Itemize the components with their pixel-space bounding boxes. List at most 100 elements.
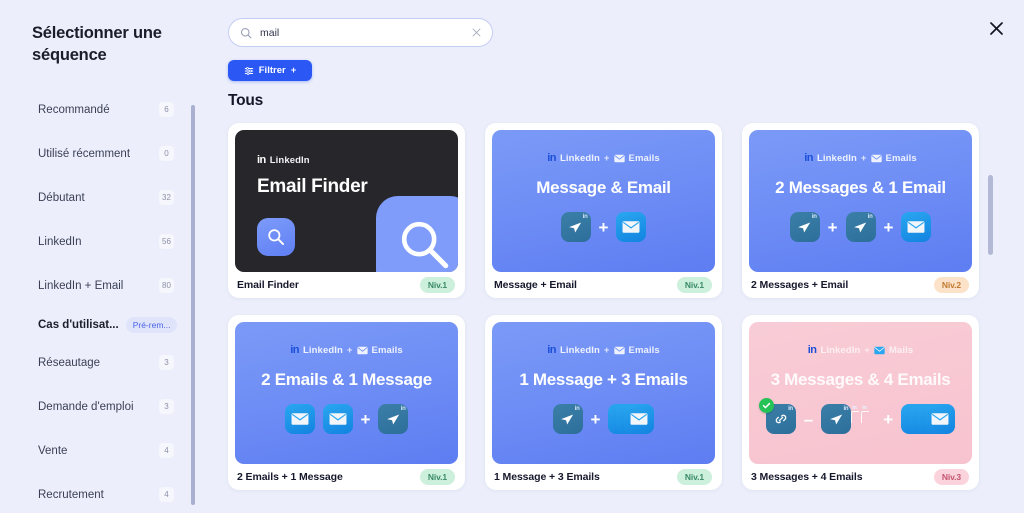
plus-separator: + xyxy=(598,217,609,237)
card-brand-text: LinkedIn xyxy=(817,152,857,164)
filter-button[interactable]: Filtrer + xyxy=(228,60,312,81)
sidebar-item-label: Réseautage xyxy=(38,356,101,369)
card-brand-line: in LinkedIn + Emails xyxy=(290,344,403,356)
sequence-card-message-email[interactable]: in LinkedIn + Emails Message & Email in … xyxy=(485,123,722,298)
card-artwork: in LinkedIn + Emails Message & Email in … xyxy=(492,130,715,272)
sequence-card-2emails-message[interactable]: in LinkedIn + Emails 2 Emails & 1 Messag… xyxy=(228,315,465,490)
linkedin-icon: in xyxy=(547,344,557,356)
sidebar-item-reseautage[interactable]: Réseautage 3 xyxy=(0,350,188,376)
send-message-icon: in xyxy=(789,212,820,242)
sidebar-item-label: LinkedIn + Email xyxy=(38,279,124,292)
card-brand-text: LinkedIn xyxy=(820,344,861,356)
sequence-card-2messages-email[interactable]: in LinkedIn + Emails 2 Messages & 1 Emai… xyxy=(742,123,979,298)
envelope-icon xyxy=(322,404,353,434)
close-button[interactable] xyxy=(984,16,1008,40)
sidebar-item-vente[interactable]: Vente 4 xyxy=(0,438,188,464)
plus-separator: + xyxy=(360,409,371,429)
level-badge: Niv.1 xyxy=(676,469,712,485)
sidebar-item-debutant[interactable]: Débutant 32 xyxy=(0,185,188,211)
card-step-icons: in + xyxy=(560,212,647,242)
sidebar-scrollbar[interactable] xyxy=(191,105,195,505)
card-brand-separator: + xyxy=(603,344,610,356)
sidebar-item-label: LinkedIn xyxy=(38,235,82,248)
sidebar-group-cas-dutilisation[interactable]: Cas d'utilisat... Pré-rem... xyxy=(0,316,188,333)
sidebar-item-count: 6 xyxy=(159,102,174,118)
sequence-card-3messages-4emails[interactable]: in LinkedIn + Mails 3 Messages & 4 Email… xyxy=(742,315,979,490)
card-title: 1 Message + 3 Emails xyxy=(494,471,600,483)
content-scrollbar-thumb[interactable] xyxy=(988,175,993,255)
card-art-title: 3 Messages & 4 Emails xyxy=(770,370,951,389)
card-footer: 2 Messages + Email Niv.2 xyxy=(749,272,972,298)
filter-button-label: Filtrer xyxy=(258,65,286,76)
card-brand-separator: + xyxy=(603,152,610,164)
card-brand-line: in LinkedIn + Emails xyxy=(547,344,660,356)
sidebar-item-utilise-recemment[interactable]: Utilisé récemment 0 xyxy=(0,141,188,167)
card-brand-text2: Mails xyxy=(889,344,914,356)
card-footer: 3 Messages + 4 Emails Niv.3 xyxy=(749,464,972,490)
message-tail-icon xyxy=(861,411,870,423)
card-title: Message + Email xyxy=(494,279,577,291)
sidebar-item-label: Utilisé récemment xyxy=(38,147,131,160)
sidebar-item-count: 80 xyxy=(159,278,174,294)
level-badge: Niv.1 xyxy=(419,469,455,485)
card-art-title: Email Finder xyxy=(257,176,368,197)
card-title: Email Finder xyxy=(237,279,299,291)
sidebar-item-linkedin[interactable]: LinkedIn 56 xyxy=(0,229,188,255)
card-brand-text2: Emails xyxy=(371,344,403,356)
linkedin-corner-icon: in xyxy=(811,214,817,220)
card-brand-line: in LinkedIn + Emails xyxy=(804,152,917,164)
card-step-icons: in – in in in + xyxy=(758,398,956,434)
sidebar-item-label: Vente xyxy=(38,444,68,457)
sidebar-item-recrutement[interactable]: Recrutement 4 xyxy=(0,482,188,508)
sidebar-item-label: Débutant xyxy=(38,191,85,204)
search-box[interactable] xyxy=(228,18,493,47)
envelope-icon xyxy=(870,154,882,162)
sidebar-item-demande-demploi[interactable]: Demande d'emploi 3 xyxy=(0,394,188,420)
card-artwork: in LinkedIn + Emails 2 Messages & 1 Emai… xyxy=(749,130,972,272)
send-message-icon: in xyxy=(845,212,876,242)
card-footer: 2 Emails + 1 Message Niv.1 xyxy=(235,464,458,490)
sequence-card-message-3emails[interactable]: in LinkedIn + Emails 1 Message + 3 Email… xyxy=(485,315,722,490)
card-step-icons: in + in + xyxy=(789,212,932,242)
sidebar-item-count: 4 xyxy=(159,487,174,503)
card-footer: Email Finder Niv.1 xyxy=(235,272,458,298)
sidebar-item-label: Recommandé xyxy=(38,103,110,116)
card-art-title: 2 Emails & 1 Message xyxy=(261,370,432,389)
plus-separator: + xyxy=(883,217,894,237)
linkedin-corner-icon: in xyxy=(582,214,588,220)
content-scrollbar[interactable] xyxy=(988,175,993,255)
sidebar-item-count: 32 xyxy=(159,190,174,206)
sidebar-scrollbar-thumb[interactable] xyxy=(191,105,195,505)
send-message-icon: in xyxy=(378,404,409,434)
linkedin-icon: in xyxy=(804,152,814,164)
sequence-card-email-finder[interactable]: in LinkedIn Email Finder Email Finder Ni… xyxy=(228,123,465,298)
sidebar-item-linkedin-email[interactable]: LinkedIn + Email 80 xyxy=(0,273,188,299)
linkedin-corner-icon: in xyxy=(843,406,849,412)
card-brand-text: LinkedIn xyxy=(560,344,600,356)
send-message-icon: in xyxy=(552,404,583,434)
section-title: Tous xyxy=(228,92,264,109)
sidebar-item-label: Demande d'emploi xyxy=(38,400,134,413)
sidebar-item-count: 3 xyxy=(159,399,174,415)
envelope-icon xyxy=(613,346,625,354)
card-brand-text: LinkedIn xyxy=(269,154,310,166)
sidebar-item-recommande[interactable]: Recommandé 6 xyxy=(0,97,188,123)
connection-request-icon: in xyxy=(758,398,796,434)
level-badge: Niv.1 xyxy=(419,277,455,293)
check-icon xyxy=(758,398,774,413)
card-step-icons: + in xyxy=(284,404,409,434)
envelope-icon xyxy=(284,404,315,434)
search-input[interactable] xyxy=(260,26,463,39)
envelope-icon xyxy=(901,212,932,242)
filter-icon xyxy=(244,66,253,75)
send-message-icon: in xyxy=(560,212,591,242)
sequence-grid: in LinkedIn Email Finder Email Finder Ni… xyxy=(228,123,1024,490)
search-icon xyxy=(240,27,252,38)
level-badge: Niv.2 xyxy=(933,277,969,293)
envelope-icon xyxy=(925,404,956,434)
card-artwork: in LinkedIn + Mails 3 Messages & 4 Email… xyxy=(749,322,972,464)
envelope-stack-icon xyxy=(901,404,956,434)
card-brand-text: LinkedIn xyxy=(303,344,343,356)
clear-icon[interactable] xyxy=(471,27,482,38)
card-artwork: in LinkedIn + Emails 2 Emails & 1 Messag… xyxy=(235,322,458,464)
